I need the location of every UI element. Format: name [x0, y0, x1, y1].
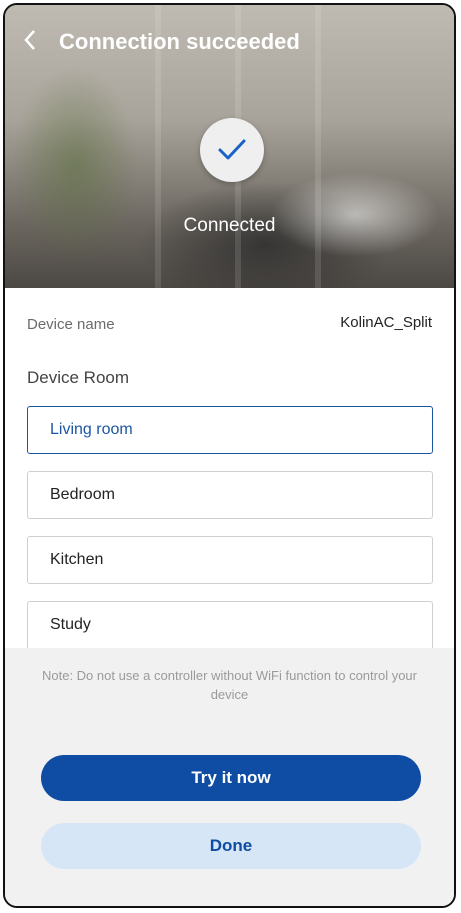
room-option-kitchen[interactable]: Kitchen — [27, 536, 433, 584]
try-it-now-button[interactable]: Try it now — [41, 755, 421, 801]
room-option-label: Study — [50, 616, 91, 633]
room-option-bedroom[interactable]: Bedroom — [27, 471, 433, 519]
check-icon — [218, 139, 246, 160]
room-option-label: Kitchen — [50, 551, 104, 568]
room-option-living-room[interactable]: Living room — [27, 406, 433, 454]
chevron-left-icon — [24, 30, 35, 50]
wifi-note: Note: Do not use a controller without Wi… — [41, 668, 417, 702]
hero-background: Connection succeeded Connected — [5, 5, 454, 288]
footer-panel: Note: Do not use a controller without Wi… — [5, 648, 454, 906]
back-button[interactable] — [23, 27, 47, 57]
device-info-panel: Device name KolinAC_Split Device Room Li… — [5, 288, 454, 648]
room-option-study[interactable]: Study — [27, 601, 433, 648]
room-option-label: Living room — [50, 421, 133, 438]
success-badge — [200, 118, 264, 182]
phone-frame: Connection succeeded Connected Device na… — [3, 3, 456, 908]
device-name-label: Device name — [27, 316, 115, 333]
room-option-label: Bedroom — [50, 486, 115, 503]
connection-status: Connected — [183, 215, 276, 236]
device-name-value: KolinAC_Split — [340, 314, 432, 331]
page-title: Connection succeeded — [59, 29, 300, 54]
device-room-label: Device Room — [27, 368, 130, 387]
done-button[interactable]: Done — [41, 823, 421, 869]
hero-decoration — [315, 5, 321, 288]
